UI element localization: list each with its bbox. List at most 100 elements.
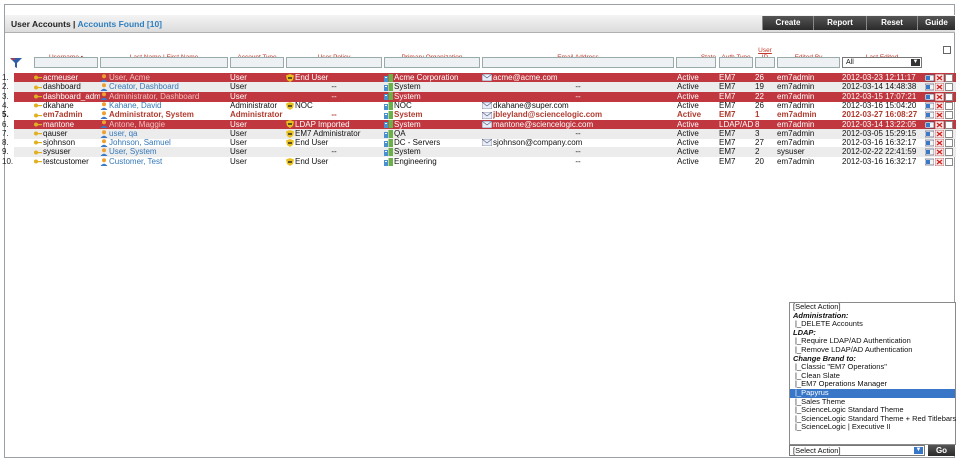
cell-edited-by-text: em7admin xyxy=(777,138,815,148)
edit-icon[interactable] xyxy=(925,74,934,82)
edit-icon[interactable] xyxy=(925,139,934,147)
policy-icon xyxy=(286,138,294,147)
row-checkbox[interactable] xyxy=(945,83,953,92)
policy-icon xyxy=(286,129,294,138)
edit-icon[interactable] xyxy=(925,111,934,119)
row-checkbox[interactable] xyxy=(945,129,953,138)
delete-icon[interactable] xyxy=(935,129,944,138)
cell-policy-text: End User xyxy=(295,138,329,148)
key-icon xyxy=(34,140,42,145)
guide-button[interactable]: Guide xyxy=(917,16,955,30)
cell-username-text: testcustomer xyxy=(43,156,89,166)
row-checkbox[interactable] xyxy=(945,139,953,148)
edit-icon[interactable] xyxy=(925,83,934,91)
row-checkbox[interactable] xyxy=(945,148,953,157)
cell-name-text: Customer, Test xyxy=(109,156,163,166)
filter-user-policy[interactable] xyxy=(286,57,382,68)
cell-last-edited-text: 2012-03-05 15:29:15 xyxy=(842,128,917,138)
menu-option[interactable]: |_ScienceLogic | Executive II xyxy=(790,423,955,432)
delete-icon[interactable] xyxy=(935,83,944,92)
filter-user-id[interactable] xyxy=(755,57,775,68)
filter-email[interactable] xyxy=(482,57,674,68)
filter-last-edited[interactable]: All ▼ xyxy=(842,57,922,68)
row-actions xyxy=(925,139,953,148)
cell-name[interactable]: Customer, Test xyxy=(100,157,228,167)
delete-icon[interactable] xyxy=(935,148,944,157)
filter-name[interactable] xyxy=(100,57,228,68)
cell-email-text: mantone@sciencelogic.com xyxy=(493,119,594,129)
filter-state[interactable] xyxy=(676,57,716,68)
cell-last-edited: 2012-03-16 16:32:17 xyxy=(842,157,924,167)
select-all-checkbox[interactable] xyxy=(943,46,951,54)
filter-primary-org[interactable] xyxy=(384,57,480,68)
cell-last-edited-text: 2012-02-22 22:41:59 xyxy=(842,147,917,157)
cell-state-text: Active xyxy=(677,138,699,148)
cell-last-edited-text: 2012-03-14 13:22:05 xyxy=(842,119,917,129)
report-button[interactable]: Report xyxy=(813,16,866,30)
key-icon xyxy=(34,94,42,99)
delete-icon[interactable] xyxy=(935,101,944,110)
delete-icon[interactable] xyxy=(935,92,944,101)
delete-icon[interactable] xyxy=(935,139,944,148)
action-select[interactable]: [Select Action] ▼ xyxy=(789,445,925,456)
organization-icon xyxy=(384,120,393,129)
cell-uid-text: 8 xyxy=(755,119,760,129)
cell-org-text: NOC xyxy=(394,100,412,110)
edit-icon[interactable] xyxy=(925,158,934,166)
cell-org-text: System xyxy=(394,91,421,101)
row-checkbox[interactable] xyxy=(945,157,953,166)
cell-state-text: Active xyxy=(677,91,699,101)
cell-org-text: DC - Servers xyxy=(394,138,441,148)
delete-icon[interactable] xyxy=(935,157,944,166)
go-button[interactable]: Go xyxy=(928,445,955,456)
action-select-value: [Select Action] xyxy=(793,446,841,455)
edit-icon[interactable] xyxy=(925,148,934,156)
filter-account-type[interactable] xyxy=(230,57,284,68)
edit-icon[interactable] xyxy=(925,93,934,101)
delete-icon[interactable] xyxy=(935,74,944,82)
filter-funnel-icon[interactable] xyxy=(10,58,22,68)
row-number: 10. xyxy=(2,156,14,166)
cell-org-text: System xyxy=(394,119,421,129)
edit-icon[interactable] xyxy=(925,102,934,110)
cell-auth-text: EM7 xyxy=(719,82,736,92)
row-checkbox[interactable] xyxy=(945,120,953,129)
row-actions xyxy=(925,74,953,82)
cell-state-text: Active xyxy=(677,147,699,157)
cell-state: Active xyxy=(677,157,717,167)
action-dropdown-list[interactable]: [Select Action] Administration: |_DELETE A… xyxy=(789,302,956,445)
cell-uid-text: 3 xyxy=(755,128,760,138)
cell-last-edited-text: 2012-03-23 12:11:17 xyxy=(842,73,916,82)
create-button[interactable]: Create xyxy=(762,16,813,30)
filter-auth-type[interactable] xyxy=(719,57,753,68)
cell-policy-text: End User xyxy=(295,156,329,166)
edit-icon[interactable] xyxy=(925,121,934,129)
table-row[interactable]: 10. testcustomer Customer, Test User End Use… xyxy=(2,156,956,167)
cell-username-text: dkahane xyxy=(43,100,74,110)
key-icon xyxy=(34,113,42,118)
cell-state-text: Active xyxy=(677,100,699,110)
cell-auth-text: LDAP/AD xyxy=(719,119,753,129)
filter-edited-by[interactable] xyxy=(777,57,840,68)
delete-icon[interactable] xyxy=(935,120,944,129)
filter-username[interactable] xyxy=(34,57,98,68)
cell-username-text: em7admin xyxy=(43,110,83,120)
cell-email: -- xyxy=(482,157,674,167)
cell-edited-by-text: em7admin xyxy=(777,73,815,82)
organization-icon xyxy=(384,92,393,101)
cell-policy-text: NOC xyxy=(295,100,313,110)
user-icon xyxy=(100,92,108,101)
cell-auth: EM7 xyxy=(719,157,753,167)
row-checkbox[interactable] xyxy=(945,74,953,82)
row-checkbox[interactable] xyxy=(945,92,953,101)
edit-icon[interactable] xyxy=(925,130,934,138)
cell-username-text: acmeuser xyxy=(43,73,79,82)
delete-icon[interactable] xyxy=(935,111,944,120)
cell-auth-text: EM7 xyxy=(719,156,736,166)
row-checkbox[interactable] xyxy=(945,101,953,110)
row-checkbox[interactable] xyxy=(945,111,953,120)
cell-username[interactable]: testcustomer xyxy=(34,157,100,167)
cell-edited-by-text: em7admin xyxy=(777,91,815,101)
reset-button[interactable]: Reset xyxy=(866,16,917,30)
cell-policy-text: -- xyxy=(331,110,337,120)
